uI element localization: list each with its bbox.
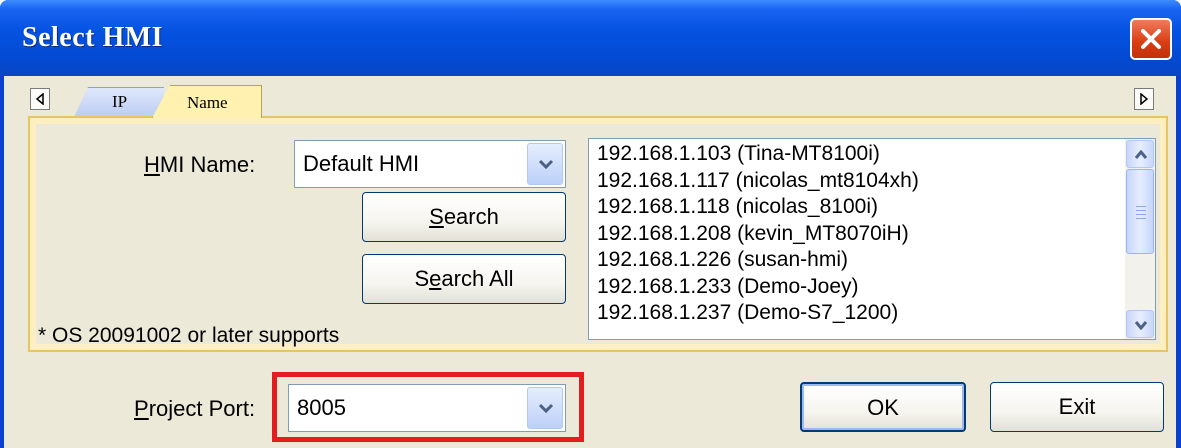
port-highlight-box (272, 372, 584, 442)
list-item[interactable]: 192.168.1.117 (nicolas_mt8104xh) (597, 168, 919, 195)
hmi-list-scrollbar[interactable] (1125, 139, 1155, 339)
tab-name-label: Name (187, 93, 228, 112)
search-button-label: Search (429, 204, 499, 229)
search-all-button-label: Search All (414, 266, 514, 291)
tab-ip[interactable]: IP (74, 87, 164, 117)
hmi-name-combobox[interactable]: Default HMI (294, 140, 566, 188)
list-item[interactable]: 192.168.1.226 (susan-hmi) (597, 247, 919, 274)
select-hmi-dialog: Select HMI IP HMI Name: Default HMI Sear… (0, 0, 1181, 448)
arrow-left-icon (35, 93, 44, 105)
ok-button[interactable]: OK (800, 382, 966, 432)
hmi-list-items: 192.168.1.103 (Tina-MT8100i) 192.168.1.1… (597, 141, 919, 327)
project-port-label: Project Port: (134, 396, 256, 421)
panel-content: HMI Name: Default HMI Search Search All … (36, 124, 1160, 347)
dialog-body: IP HMI Name: Default HMI Search Search A… (4, 76, 1176, 448)
exit-button[interactable]: Exit (990, 382, 1164, 432)
hmi-name-value: Default HMI (303, 151, 420, 176)
scroll-down-button[interactable] (1126, 310, 1154, 338)
scroll-up-button[interactable] (1126, 140, 1154, 168)
tab-ip-label: IP (112, 92, 128, 111)
dialog-title: Select HMI (22, 22, 164, 53)
scroll-thumb[interactable] (1126, 169, 1154, 254)
hmi-list[interactable]: 192.168.1.103 (Tina-MT8100i) 192.168.1.1… (588, 138, 1156, 340)
hmi-name-dropdown-button[interactable] (527, 143, 563, 185)
chevron-down-icon (538, 159, 554, 170)
close-icon (1141, 29, 1161, 49)
tab-scroll-left-button[interactable] (30, 88, 50, 110)
close-button[interactable] (1130, 18, 1172, 60)
search-button[interactable]: Search (362, 192, 566, 242)
tab-name[interactable]: Name (152, 85, 262, 118)
tab-scroll-right-button[interactable] (1134, 88, 1154, 110)
chevron-up-icon (1134, 150, 1148, 159)
exit-button-label: Exit (1058, 394, 1096, 419)
list-item[interactable]: 192.168.1.208 (kevin_MT8070iH) (597, 221, 919, 248)
title-bar[interactable]: Select HMI (0, 0, 1181, 76)
hmi-name-label: HMI Name: (144, 152, 256, 177)
os-version-note: * OS 20091002 or later supports (38, 324, 340, 347)
name-tab-panel: HMI Name: Default HMI Search Search All … (28, 116, 1168, 352)
list-item[interactable]: 192.168.1.233 (Demo-Joey) (597, 274, 919, 301)
ok-button-label: OK (867, 395, 899, 420)
list-item[interactable]: 192.168.1.237 (Demo-S7_1200) (597, 300, 919, 327)
list-item[interactable]: 192.168.1.118 (nicolas_8100i) (597, 194, 919, 221)
arrow-right-icon (1140, 93, 1149, 105)
chevron-down-icon (1134, 321, 1148, 330)
search-all-button[interactable]: Search All (362, 254, 566, 304)
list-item[interactable]: 192.168.1.103 (Tina-MT8100i) (597, 141, 919, 168)
